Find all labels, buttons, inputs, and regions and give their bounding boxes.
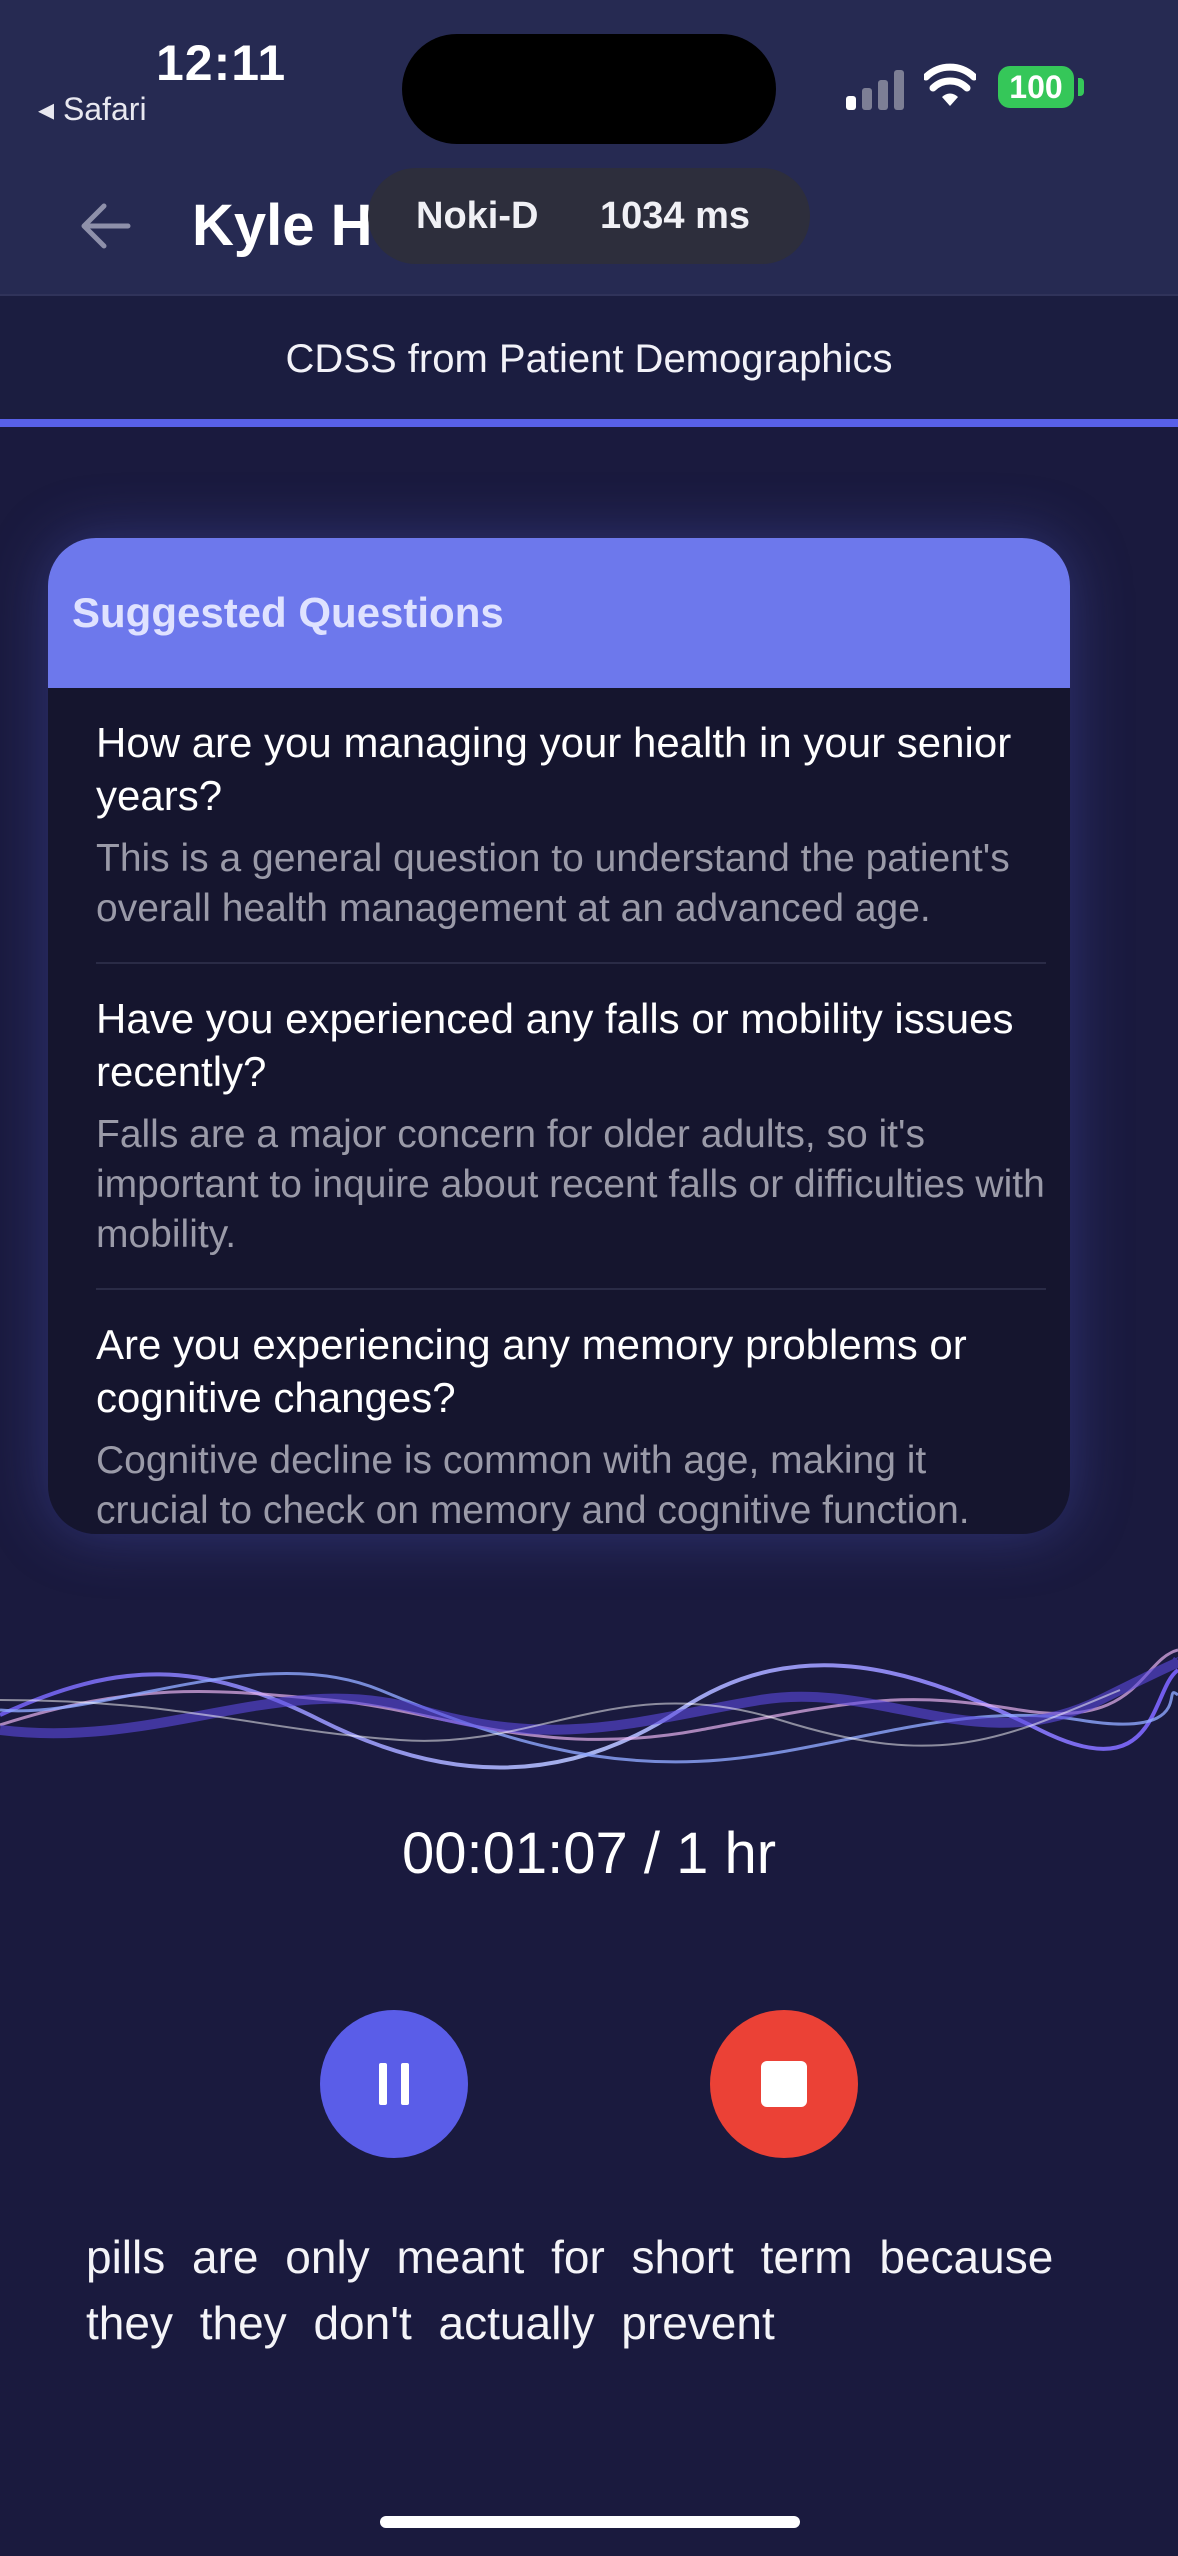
- latency-value: 1034 ms: [600, 194, 751, 237]
- question-title: How are you managing your health in your…: [96, 719, 1012, 819]
- home-indicator[interactable]: [380, 2516, 800, 2528]
- suggested-questions-header: Suggested Questions: [48, 538, 1070, 688]
- back-to-safari-link[interactable]: ◂ Safari: [38, 90, 147, 128]
- suggested-questions-card[interactable]: Suggested Questions How are you managing…: [48, 538, 1070, 1534]
- arrow-left-icon[interactable]: [78, 196, 132, 256]
- pause-icon: [401, 2063, 409, 2105]
- recording-timer: 00:01:07 / 1 hr: [401, 1821, 777, 1886]
- battery-indicator: 100: [998, 66, 1074, 108]
- page-title: Kyle H: [192, 193, 373, 258]
- question-item[interactable]: Have you experienced any falls or mobili…: [96, 964, 1046, 1290]
- question-description: This is a general question to understand…: [96, 837, 1010, 930]
- latency-pill: Noki-D 1034 ms: [368, 168, 810, 264]
- question-description: Cognitive decline is common with age, ma…: [96, 1439, 970, 1532]
- dynamic-island: [402, 34, 776, 144]
- top-area: 12:11 ◂ Safari 100 Kyle H Noki-D 1034 ms: [0, 0, 1178, 294]
- question-item[interactable]: How are you managing your health in your…: [96, 688, 1046, 964]
- battery-nub: [1078, 78, 1084, 96]
- question-description: Falls are a major concern for older adul…: [96, 1113, 1045, 1256]
- stop-button[interactable]: [710, 2010, 858, 2158]
- section-title: CDSS from Patient Demographics: [0, 294, 1178, 422]
- latency-label: Noki-D: [416, 194, 539, 237]
- question-item[interactable]: Are you experiencing any memory problems…: [96, 1290, 1046, 1534]
- audio-waveform: [0, 1648, 1178, 1770]
- status-time: 12:11: [156, 35, 287, 91]
- question-title: Are you experiencing any memory problems…: [96, 1321, 967, 1421]
- cellular-signal-icon: [846, 66, 906, 110]
- pause-button[interactable]: [320, 2010, 468, 2158]
- accent-divider: [0, 419, 1178, 427]
- stop-icon: [761, 2061, 807, 2107]
- pause-icon: [379, 2063, 387, 2105]
- question-title: Have you experienced any falls or mobili…: [96, 995, 1014, 1095]
- wifi-icon: [924, 63, 976, 106]
- live-transcript: pills are only meant for short term beca…: [86, 2231, 1054, 2349]
